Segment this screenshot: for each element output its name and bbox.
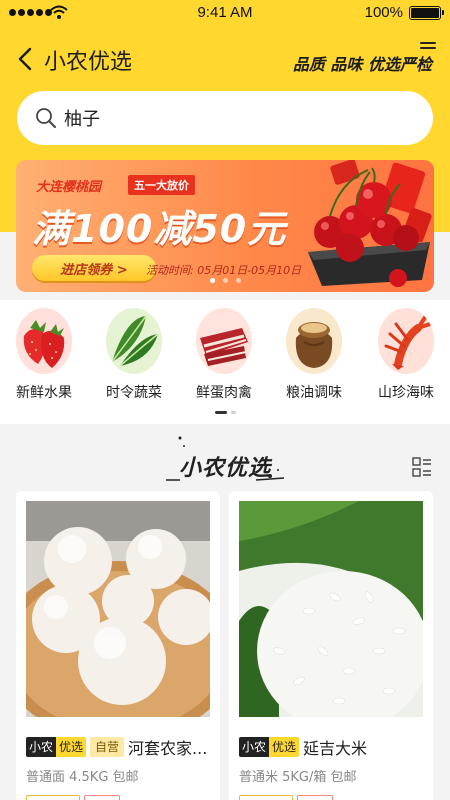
chevron-left-icon [18, 47, 32, 71]
banner-dot[interactable] [235, 278, 241, 283]
section-header: 小农优选 [0, 432, 450, 482]
product-tags [26, 795, 120, 800]
lobster-icon [378, 308, 434, 374]
banner-period: 活动时间: 05月01日-05月10日 [146, 264, 302, 277]
product-title-row: 小农 优选 延吉大米 [239, 735, 367, 759]
category-page-dot[interactable] [230, 411, 236, 414]
grain-sack-icon [286, 308, 342, 374]
product-name: 延吉大米 [303, 739, 368, 758]
battery-percent: 100% [364, 4, 403, 21]
category-page-dot[interactable] [214, 411, 227, 414]
search-input[interactable]: 柚子 [17, 91, 433, 145]
meat-icon [196, 308, 252, 374]
product-tags [239, 795, 333, 800]
steamed-buns-photo [26, 501, 210, 717]
category-pager [0, 411, 450, 414]
banner-pager [16, 278, 434, 283]
banner-dot[interactable] [209, 278, 215, 283]
promo-banner[interactable]: 大连樱桃园 五一大放价 满100减50元 进店领券 > 活动时间: 05月01日… [16, 160, 434, 292]
search-value: 柚子 [64, 109, 100, 130]
status-bar: 9:41 AM 100% [0, 0, 450, 26]
category-grain-oil[interactable]: 粮油调味 [271, 308, 357, 402]
product-card[interactable]: 小农 优选 延吉大米 普通米 5KG/箱 包邮 [229, 491, 433, 800]
list-layout-icon[interactable] [412, 457, 432, 477]
section-title: 小农优选 [178, 456, 271, 481]
rice-photo [239, 501, 423, 717]
brand-badge: 小农 优选 [239, 737, 300, 757]
banner-shop-name: 大连樱桃园 [36, 180, 102, 195]
banner-dot[interactable] [222, 278, 228, 283]
strawberry-icon [16, 308, 72, 374]
page-title: 小农优选 [44, 50, 133, 75]
product-spec: 普通米 5KG/箱 包邮 [239, 770, 357, 785]
battery-icon [409, 6, 444, 20]
product-title-row: 小农 优选 自营 河套农家... [26, 735, 207, 759]
category-label: 鲜蛋肉禽 [196, 385, 252, 401]
brand-slogan: 品质 品味 优选严检 [292, 55, 432, 74]
category-label: 新鲜水果 [16, 385, 72, 401]
self-operated-badge: 自营 [90, 737, 125, 757]
leafy-greens-icon [106, 308, 162, 374]
category-strip: 新鲜水果 时令蔬菜 鲜蛋肉禽 粮油调味 山珍海味 [0, 300, 450, 424]
cherries-illustration [308, 160, 432, 287]
search-icon [36, 108, 56, 128]
back-button[interactable] [12, 44, 38, 74]
category-meat[interactable]: 鲜蛋肉禽 [181, 308, 267, 402]
brand-badge: 小农 优选 [26, 737, 87, 757]
category-label: 时令蔬菜 [106, 385, 162, 401]
product-spec: 普通面 4.5KG 包邮 [26, 770, 139, 785]
product-name: 河套农家... [128, 739, 208, 758]
banner-tag: 五一大放价 [128, 175, 195, 195]
category-label: 山珍海味 [378, 385, 434, 401]
product-card[interactable]: 小农 优选 自营 河套农家... 普通面 4.5KG 包邮 [16, 491, 220, 800]
menu-button[interactable] [420, 42, 436, 54]
banner-headline: 满100减50元 [32, 207, 287, 251]
category-fruit[interactable]: 新鲜水果 [1, 308, 87, 402]
category-label: 粮油调味 [286, 385, 342, 401]
menu-icon [420, 42, 436, 44]
category-seafood[interactable]: 山珍海味 [363, 308, 449, 402]
nav-bar: 小农优选 品质 品味 优选严检 [0, 38, 450, 82]
category-vegetables[interactable]: 时令蔬菜 [91, 308, 177, 402]
